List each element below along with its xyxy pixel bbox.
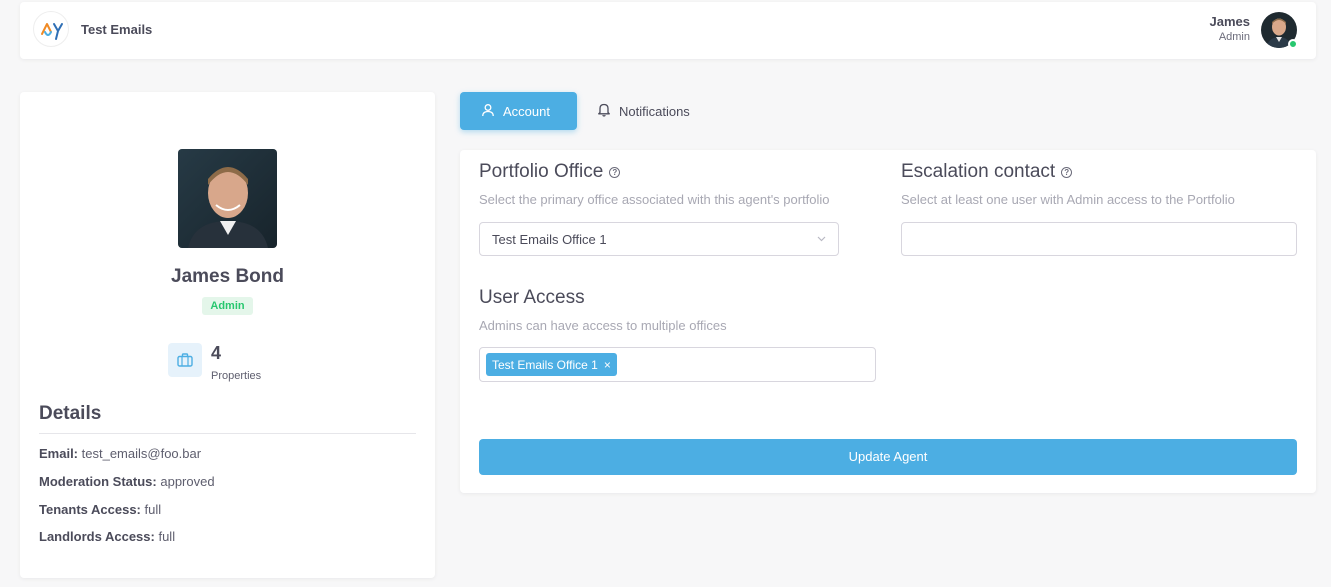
help-icon[interactable]: ? <box>609 166 621 178</box>
chip-label: Test Emails Office 1 <box>492 357 598 372</box>
role-badge: Admin <box>202 297 253 315</box>
tab-account[interactable]: Account <box>460 92 577 130</box>
briefcase-icon <box>168 343 202 377</box>
detail-label: Landlords Access: <box>39 529 155 544</box>
select-value: Test Emails Office 1 <box>492 231 607 247</box>
user-role: Admin <box>1218 31 1250 43</box>
detail-value: full <box>158 529 176 544</box>
tab-notifications[interactable]: Notifications <box>576 92 726 130</box>
online-status-dot <box>1288 39 1298 49</box>
properties-label: Properties <box>211 370 262 382</box>
detail-moderation-status: Moderation Status: approved <box>39 474 215 489</box>
user-access-multiselect[interactable]: Test Emails Office 1 × <box>479 347 876 382</box>
help-icon[interactable]: ? <box>1061 166 1073 178</box>
chevron-down-icon <box>817 234 826 245</box>
update-agent-button[interactable]: Update Agent <box>479 439 1297 475</box>
detail-value: test_emails@foo.bar <box>81 446 202 461</box>
detail-label: Tenants Access: <box>39 502 141 517</box>
portfolio-office-title: Portfolio Office ? <box>479 161 621 183</box>
section-title-text: Escalation contact <box>901 161 1056 182</box>
detail-landlords-access: Landlords Access: full <box>39 529 175 544</box>
detail-tenants-access: Tenants Access: full <box>39 502 161 517</box>
section-title-text: User Access <box>479 287 585 308</box>
detail-value: approved <box>160 474 215 489</box>
portfolio-office-select[interactable]: Test Emails Office 1 <box>479 222 839 256</box>
profile-name: James Bond <box>171 266 284 287</box>
profile-card: James Bond Admin 4 Properties Details Em… <box>20 92 435 578</box>
brand-logo-icon[interactable] <box>33 11 69 47</box>
office-chip: Test Emails Office 1 × <box>486 353 617 376</box>
user-menu[interactable]: James Admin <box>1210 14 1250 43</box>
profile-photo <box>178 149 277 248</box>
details-title: Details <box>39 403 102 424</box>
details-divider <box>39 433 416 434</box>
section-title-text: Portfolio Office <box>479 161 604 182</box>
app-title: Test Emails <box>81 22 153 37</box>
escalation-contact-title: Escalation contact ? <box>901 161 1073 183</box>
portfolio-office-subtitle: Select the primary office associated wit… <box>479 192 830 207</box>
close-icon[interactable]: × <box>604 358 611 372</box>
detail-value: full <box>144 502 162 517</box>
user-access-subtitle: Admins can have access to multiple offic… <box>479 318 727 333</box>
properties-count: 4 <box>211 343 222 363</box>
bell-icon <box>597 102 611 120</box>
user-name: James <box>1209 14 1250 29</box>
tab-label: Notifications <box>619 103 690 119</box>
user-access-title: User Access <box>479 287 585 309</box>
top-bar: Test Emails James Admin <box>20 2 1316 59</box>
user-icon <box>481 103 495 120</box>
escalation-contact-input[interactable] <box>901 222 1297 256</box>
detail-email: Email: test_emails@foo.bar <box>39 446 201 461</box>
detail-label: Moderation Status: <box>39 474 157 489</box>
agent-form-card: Portfolio Office ? Select the primary of… <box>460 150 1316 493</box>
detail-label: Email: <box>39 446 79 461</box>
escalation-contact-subtitle: Select at least one user with Admin acce… <box>901 192 1235 207</box>
tab-label: Account <box>503 103 550 119</box>
